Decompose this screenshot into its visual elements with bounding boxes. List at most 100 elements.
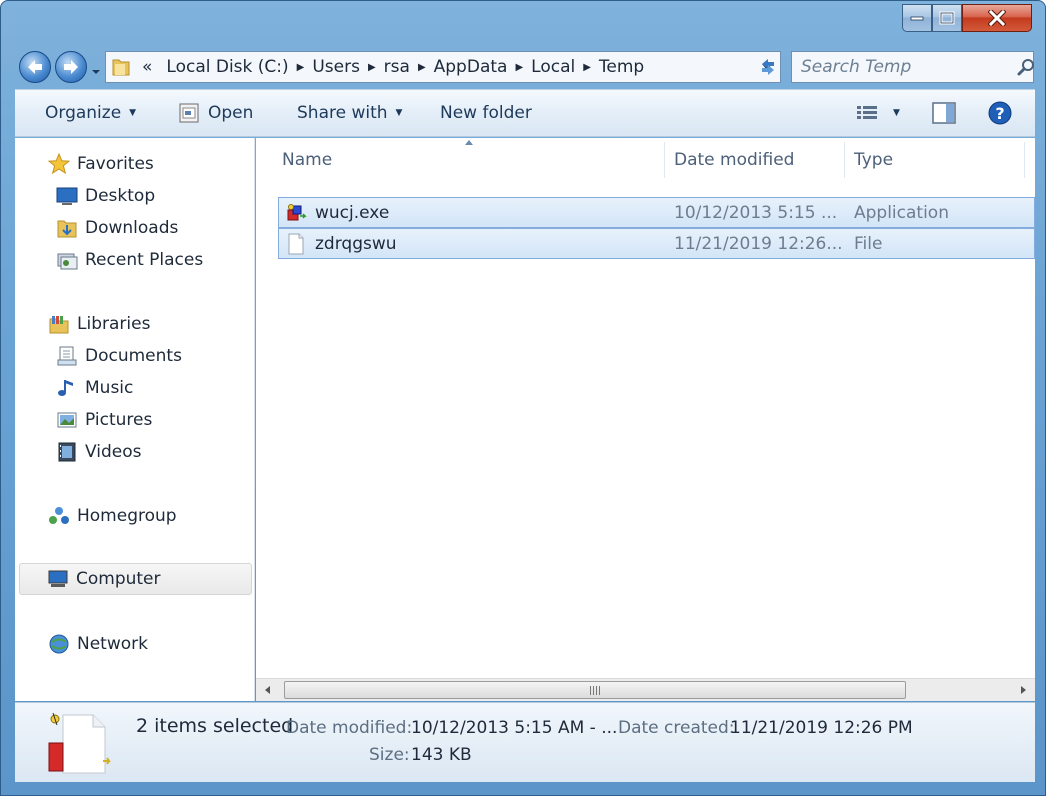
- forward-arrow-icon: [64, 60, 78, 74]
- chevron-right-icon[interactable]: ▶: [583, 62, 591, 73]
- desktop-icon: [55, 184, 79, 208]
- file-name: zdrqgswu: [315, 233, 397, 254]
- network-icon: [47, 632, 71, 656]
- nav-pictures[interactable]: Pictures: [55, 405, 152, 435]
- nav-downloads[interactable]: Downloads: [55, 213, 178, 243]
- date-modified-value: 10/12/2013 5:15 AM - ...: [411, 718, 618, 738]
- selection-count: 2 items selected: [136, 715, 294, 737]
- date-created-value: 11/21/2019 12:26 PM: [730, 718, 913, 738]
- horizontal-scrollbar[interactable]: [256, 678, 1035, 701]
- scroll-left-button[interactable]: [260, 683, 274, 697]
- file-type: File: [854, 233, 883, 254]
- nav-favorites[interactable]: Favorites: [47, 149, 154, 179]
- file-list: Name Date modified Type wucj.exe 10/12/2…: [256, 138, 1035, 701]
- selection-thumbnail-icon: [45, 709, 113, 777]
- help-button[interactable]: ?: [987, 90, 1013, 136]
- new-folder-button[interactable]: New folder: [440, 90, 532, 136]
- nav-desktop[interactable]: Desktop: [55, 181, 155, 211]
- breadcrumb-overflow[interactable]: «: [136, 57, 158, 77]
- search-box[interactable]: [791, 51, 1034, 83]
- computer-icon: [46, 567, 70, 591]
- file-date-modified: 10/12/2013 5:15 ...: [674, 202, 838, 223]
- refresh-button[interactable]: [753, 52, 783, 82]
- homegroup-icon: [47, 504, 71, 528]
- chevron-down-icon: [92, 70, 100, 74]
- videos-icon: [55, 440, 79, 464]
- column-header-type[interactable]: Type: [854, 138, 893, 182]
- recent-pages-dropdown[interactable]: [91, 61, 101, 81]
- column-divider[interactable]: [1024, 142, 1025, 178]
- close-icon: [988, 10, 1006, 26]
- back-button[interactable]: [19, 51, 51, 83]
- breadcrumb-item[interactable]: Local ▶: [523, 52, 591, 82]
- search-input[interactable]: [792, 57, 1017, 77]
- breadcrumb-item[interactable]: AppData ▶: [426, 52, 524, 82]
- size-label: Size:: [369, 745, 410, 765]
- navigation-pane: Favorites Desktop Downloads Recent Place…: [15, 138, 255, 701]
- breadcrumb-item[interactable]: Temp: [591, 52, 652, 82]
- organize-button[interactable]: Organize ▼: [45, 90, 136, 136]
- minimize-icon: [910, 16, 924, 21]
- chevron-right-icon[interactable]: ▶: [368, 62, 376, 73]
- pictures-icon: [55, 408, 79, 432]
- close-button[interactable]: [962, 4, 1032, 32]
- sort-ascending-icon: [465, 140, 473, 145]
- file-row[interactable]: zdrqgswu 11/21/2019 12:26... File: [278, 228, 1035, 259]
- application-icon: [285, 202, 307, 224]
- change-view-button[interactable]: [855, 90, 881, 136]
- forward-button[interactable]: [55, 51, 87, 83]
- nav-documents[interactable]: Documents: [55, 341, 182, 371]
- breadcrumb-item[interactable]: Users ▶: [304, 52, 375, 82]
- open-icon: [179, 103, 199, 123]
- scrollbar-thumb[interactable]: [284, 681, 906, 699]
- breadcrumb: « Local Disk (C:) ▶ Users ▶ rsa ▶ AppData ▶ …: [136, 52, 780, 82]
- nav-music[interactable]: Music: [55, 373, 133, 403]
- folder-icon: [106, 52, 136, 82]
- star-icon: [47, 152, 71, 176]
- share-with-button[interactable]: Share with ▼: [297, 90, 402, 136]
- breadcrumb-item[interactable]: Local Disk (C:) ▶: [158, 52, 304, 82]
- documents-icon: [55, 344, 79, 368]
- preview-pane-button[interactable]: [931, 90, 957, 136]
- grip-icon: [590, 685, 600, 695]
- downloads-folder-icon: [55, 216, 79, 240]
- view-options-dropdown[interactable]: ▼: [893, 90, 900, 136]
- chevron-right-icon[interactable]: ▶: [418, 62, 426, 73]
- chevron-left-icon: [265, 686, 270, 694]
- nav-network[interactable]: Network: [47, 629, 148, 659]
- nav-libraries[interactable]: Libraries: [47, 309, 150, 339]
- maximize-icon: [939, 11, 955, 25]
- caption-buttons: [902, 4, 1032, 34]
- file-row[interactable]: wucj.exe 10/12/2013 5:15 ... Application: [278, 197, 1035, 228]
- column-header-name[interactable]: Name: [282, 138, 332, 182]
- maximize-button[interactable]: [932, 4, 962, 32]
- help-icon: ?: [988, 101, 1012, 125]
- svg-text:?: ?: [995, 104, 1004, 123]
- preview-pane-icon: [932, 102, 956, 124]
- chevron-right-icon[interactable]: ▶: [297, 62, 305, 73]
- nav-computer[interactable]: Computer: [19, 563, 252, 595]
- back-arrow-icon: [28, 60, 42, 74]
- search-icon[interactable]: [1017, 58, 1035, 76]
- address-bar[interactable]: « Local Disk (C:) ▶ Users ▶ rsa ▶ AppData ▶ …: [105, 51, 781, 83]
- open-button[interactable]: Open: [178, 90, 253, 136]
- chevron-down-icon: ▼: [129, 108, 137, 118]
- nav-homegroup[interactable]: Homegroup: [47, 501, 177, 531]
- breadcrumb-item[interactable]: rsa ▶: [376, 52, 426, 82]
- size-value: 143 KB: [411, 745, 472, 765]
- command-bar: Organize ▼ Open Share with ▼ New folder …: [15, 89, 1035, 137]
- details-view-icon: [857, 106, 877, 119]
- refresh-icon: [762, 59, 774, 75]
- column-divider[interactable]: [664, 142, 665, 178]
- file-date-modified: 11/21/2019 12:26...: [674, 233, 843, 254]
- chevron-right-icon[interactable]: ▶: [515, 62, 523, 73]
- minimize-button[interactable]: [902, 4, 932, 32]
- column-header-date-modified[interactable]: Date modified: [674, 138, 794, 182]
- date-modified-label: Date modified:: [286, 718, 413, 738]
- chevron-down-icon: ▼: [893, 108, 900, 118]
- nav-recent-places[interactable]: Recent Places: [55, 245, 203, 275]
- scroll-right-button[interactable]: [1017, 683, 1031, 697]
- nav-videos[interactable]: Videos: [55, 437, 142, 467]
- column-divider[interactable]: [844, 142, 845, 178]
- chevron-down-icon: ▼: [395, 108, 403, 118]
